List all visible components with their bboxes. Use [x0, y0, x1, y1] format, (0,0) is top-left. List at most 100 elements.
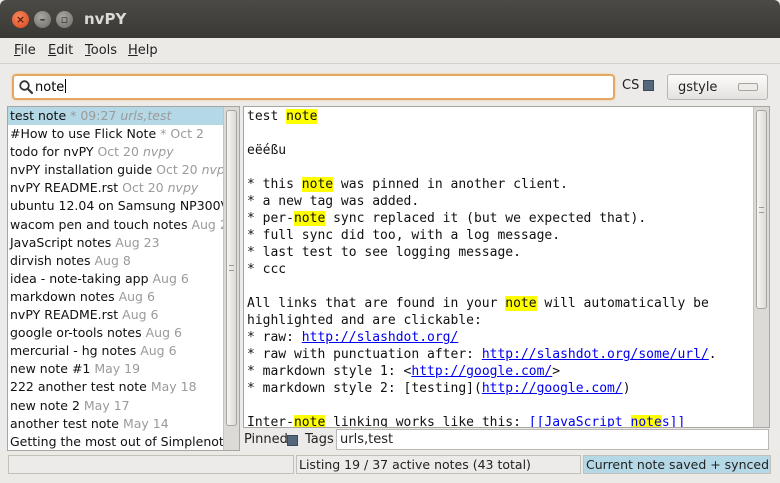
- case-sensitive-checkbox[interactable]: [643, 80, 654, 91]
- search-highlight: note: [505, 296, 537, 311]
- note-list-item[interactable]: nvPY installation guide Oct 20 nvpy: [8, 161, 223, 179]
- editor-line: * per-note sync replaced it (but we expe…: [247, 210, 751, 227]
- note-modified-date: Aug 6: [114, 288, 155, 304]
- note-title: #How to use Flick Note: [10, 126, 157, 142]
- menu-tools[interactable]: Tools: [85, 43, 117, 58]
- editor-text: >: [552, 364, 561, 379]
- note-list-item[interactable]: new note #1 May 19: [8, 360, 223, 378]
- note-list-item[interactable]: nvPY README.rst Oct 20 nvpy: [8, 179, 223, 197]
- dropdown-handle-icon: [738, 83, 758, 91]
- tags-label: Tags: [305, 432, 334, 447]
- editor-line: * last test to see logging message.: [247, 244, 751, 261]
- search-highlight: note: [286, 109, 318, 124]
- editor-text: .: [708, 347, 717, 362]
- search-icon: [19, 80, 34, 95]
- note-list-item[interactable]: markdown notes Aug 6: [8, 288, 223, 306]
- note-list-scroll-thumb[interactable]: [226, 110, 237, 426]
- search-highlight: note: [301, 177, 334, 192]
- note-list-item[interactable]: test note * 09:27 urls,test: [8, 107, 223, 126]
- editor-text: * last test to see logging message.: [247, 245, 521, 260]
- text-caret: [65, 79, 67, 93]
- menu-edit[interactable]: Edit: [48, 43, 73, 58]
- minimize-icon: –: [39, 13, 46, 26]
- note-editor-panel: test note eëéßu * this note was pinned in …: [243, 106, 770, 428]
- note-list-item[interactable]: another test note May 14: [8, 415, 223, 433]
- note-title: JavaScript notes: [10, 234, 112, 250]
- case-sensitive-label: CS: [622, 78, 640, 93]
- note-list-item[interactable]: google or-tools notes Aug 6: [8, 324, 223, 342]
- editor-link[interactable]: [[JavaScript: [529, 415, 631, 427]
- editor-line: * markdown style 2: [testing](http://goo…: [247, 380, 751, 397]
- editor-text: * this: [247, 177, 302, 192]
- menu-file[interactable]: File: [14, 43, 36, 58]
- close-window-button[interactable]: ×: [12, 11, 29, 28]
- note-title: another test note: [10, 415, 119, 431]
- note-list-item[interactable]: nvPY README.rst Aug 6: [8, 306, 223, 324]
- editor-line: * raw: http://slashdot.org/: [247, 329, 751, 346]
- note-list-item[interactable]: #How to use Flick Note * Oct 2: [8, 125, 223, 143]
- editor-link[interactable]: http://slashdot.org/: [302, 330, 459, 345]
- note-modified-date: Aug 23: [111, 234, 160, 250]
- note-list-item[interactable]: Getting the most out of Simplenote M: [8, 433, 223, 450]
- editor-text: All links that are found in your: [247, 296, 506, 311]
- search-input[interactable]: note: [12, 74, 615, 100]
- note-list-item[interactable]: wacom pen and touch notes Aug 23: [8, 216, 223, 234]
- note-list-scrollbar[interactable]: [223, 107, 239, 450]
- note-modified-date: Aug 6: [118, 307, 159, 323]
- editor-link[interactable]: note: [630, 415, 662, 427]
- note-list-panel: test note * 09:27 urls,test #How to use F…: [7, 106, 240, 451]
- maximize-icon: ▫: [60, 13, 69, 26]
- note-title: markdown notes: [10, 288, 115, 304]
- note-title: mercurial - hg notes: [10, 343, 137, 359]
- note-tags: nvpy: [201, 162, 223, 178]
- editor-scroll-thumb[interactable]: [756, 110, 767, 309]
- note-list-item[interactable]: idea - note-taking app Aug 6: [8, 270, 223, 288]
- note-title: wacom pen and touch notes: [10, 216, 188, 232]
- note-title: idea - note-taking app: [10, 270, 149, 286]
- title-bar: × – ▫ nvPY: [0, 0, 780, 38]
- editor-line: Inter-note linking works like this: [[Ja…: [247, 414, 751, 427]
- note-list[interactable]: test note * 09:27 urls,test #How to use F…: [8, 107, 223, 450]
- note-list-item[interactable]: mercurial - hg notes Aug 6: [8, 342, 223, 360]
- editor-link[interactable]: http://slashdot.org/some/url/: [482, 347, 709, 362]
- note-modified-date: Oct 20: [93, 144, 143, 160]
- menu-help[interactable]: Help: [128, 43, 158, 58]
- editor-text: sync replaced it (but we expected that).: [325, 211, 647, 226]
- note-list-item[interactable]: dirvish notes Aug 8: [8, 252, 223, 270]
- note-title: ubuntu 12.04 on Samsung NP300V3: [10, 198, 223, 214]
- search-highlight: note: [293, 211, 326, 226]
- note-title: test note: [10, 108, 67, 123]
- editor-text: * markdown style 1: <: [247, 364, 412, 379]
- editor-line: eëéßu: [247, 142, 751, 159]
- editor-text: * full sync did too, with a log message.: [247, 228, 561, 243]
- tags-value: urls,test: [340, 432, 394, 447]
- search-style-value: gstyle: [678, 80, 718, 95]
- note-tags: urls,test: [120, 108, 172, 123]
- status-bar: Listing 19 / 37 active notes (43 total) …: [0, 451, 780, 483]
- editor-text: eëéßu: [247, 143, 287, 158]
- note-list-item[interactable]: JavaScript notes Aug 23: [8, 234, 223, 252]
- note-list-item[interactable]: todo for nvPY Oct 20 nvpy: [8, 143, 223, 161]
- note-modified-date: Oct 20: [118, 180, 168, 196]
- note-list-item[interactable]: 222 another test note May 18: [8, 378, 223, 396]
- tags-input[interactable]: urls,test: [336, 429, 769, 450]
- editor-text: ): [622, 381, 631, 396]
- note-modified-date: May 19: [90, 361, 141, 377]
- note-editor[interactable]: test note eëéßu * this note was pinned in …: [244, 107, 751, 427]
- editor-line: test note: [247, 108, 751, 125]
- search-style-select[interactable]: gstyle: [667, 74, 768, 100]
- pinned-checkbox[interactable]: [287, 435, 298, 446]
- editor-link[interactable]: s]]: [662, 415, 685, 427]
- note-list-item[interactable]: ubuntu 12.04 on Samsung NP300V3: [8, 197, 223, 215]
- maximize-window-button[interactable]: ▫: [56, 11, 73, 28]
- editor-link[interactable]: http://google.com/: [482, 381, 623, 396]
- editor-line: * ccc: [247, 261, 751, 278]
- editor-scrollbar[interactable]: [753, 107, 769, 427]
- minimize-window-button[interactable]: –: [34, 11, 51, 28]
- editor-link[interactable]: http://google.com/: [411, 364, 552, 379]
- editor-line: * a new tag was added.: [247, 193, 751, 210]
- note-list-item[interactable]: new note 2 May 17: [8, 397, 223, 415]
- note-title: dirvish notes: [10, 252, 91, 268]
